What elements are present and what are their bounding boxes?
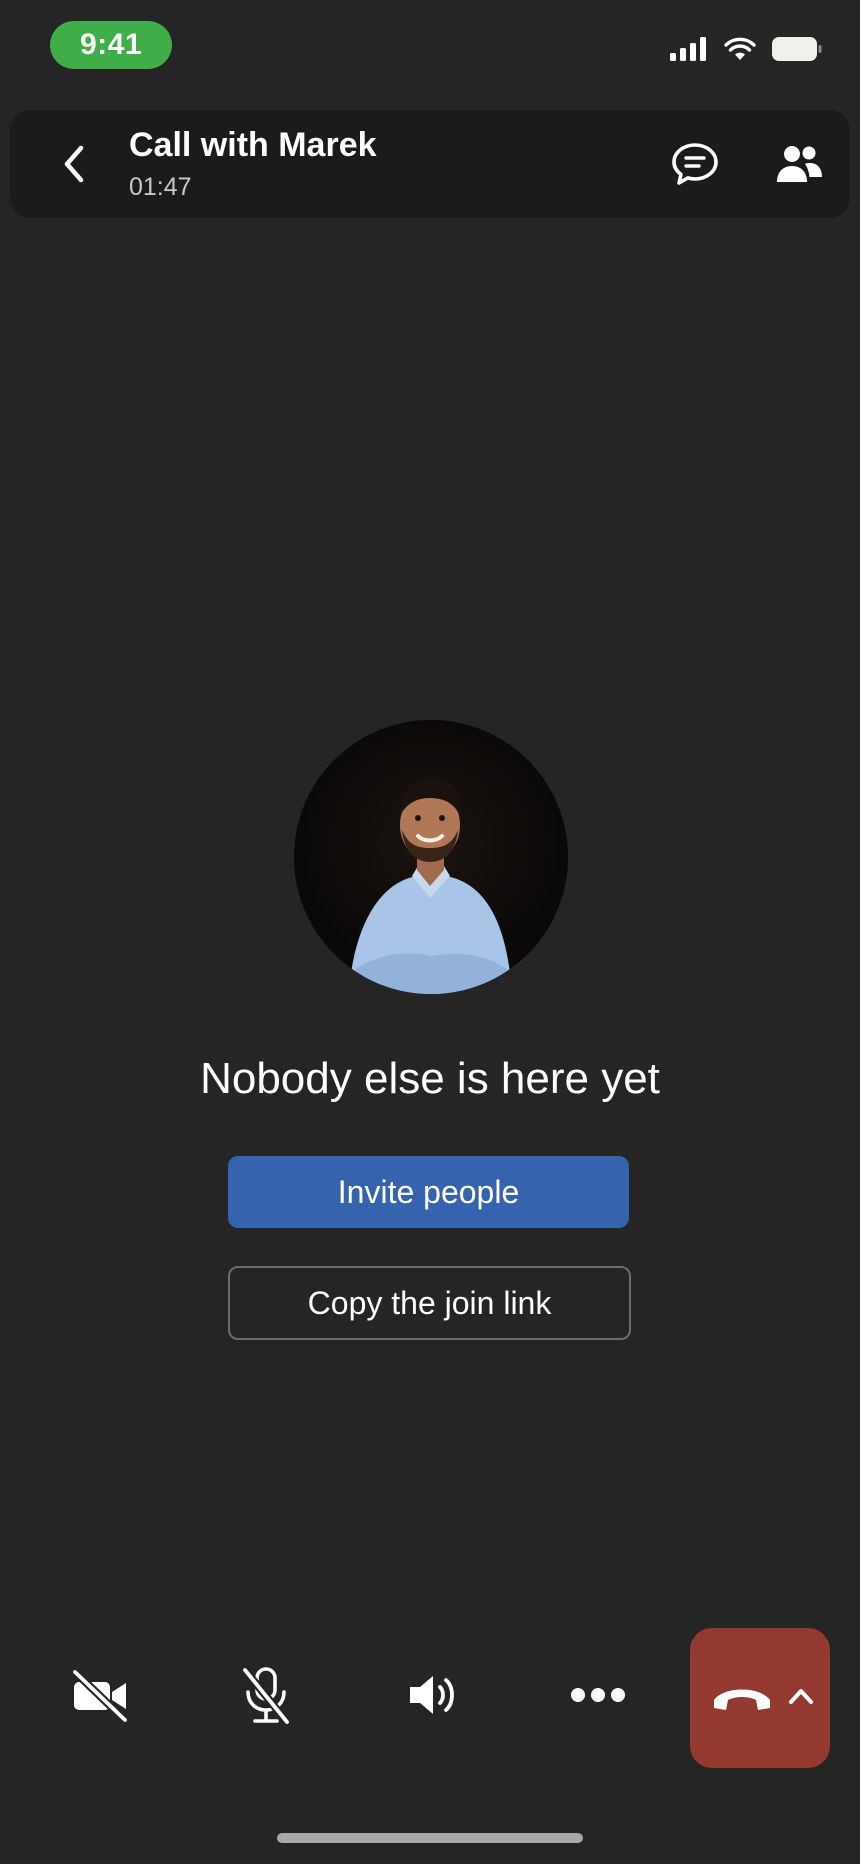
hang-up-icon	[714, 1689, 770, 1710]
status-time: 9:41	[50, 21, 172, 69]
back-button[interactable]	[38, 134, 110, 194]
mic-off-icon	[241, 1667, 291, 1724]
camera-off-icon	[72, 1669, 128, 1722]
status-bar: 9:41	[0, 0, 860, 90]
cellular-signal-icon	[670, 37, 708, 61]
invite-people-button[interactable]: Invite people	[228, 1156, 629, 1228]
participants-button[interactable]	[762, 134, 836, 194]
wifi-icon	[724, 37, 756, 61]
avatar-portrait	[294, 720, 568, 994]
speaker-button[interactable]	[392, 1658, 476, 1732]
call-title: Call with Marek	[129, 126, 377, 164]
empty-state-message: Nobody else is here yet	[200, 1054, 660, 1103]
more-dots-icon	[571, 1688, 625, 1702]
people-icon	[777, 146, 822, 182]
camera-toggle-button[interactable]	[58, 1658, 142, 1732]
status-icons	[670, 36, 822, 62]
chat-bubble-icon	[672, 143, 718, 185]
call-timer: 01:47	[129, 173, 192, 201]
home-indicator	[277, 1833, 583, 1843]
call-header: Call with Marek 01:47	[10, 110, 850, 218]
copy-join-link-button[interactable]: Copy the join link	[228, 1266, 631, 1340]
end-call-button[interactable]	[690, 1628, 830, 1768]
chevron-up-icon	[789, 1689, 813, 1704]
chevron-left-icon	[64, 145, 84, 183]
speaker-icon	[410, 1676, 454, 1714]
mic-toggle-button[interactable]	[224, 1658, 308, 1732]
chat-button[interactable]	[660, 134, 730, 194]
more-options-button[interactable]	[556, 1658, 640, 1732]
participant-avatar	[294, 720, 568, 994]
battery-icon	[772, 36, 822, 62]
